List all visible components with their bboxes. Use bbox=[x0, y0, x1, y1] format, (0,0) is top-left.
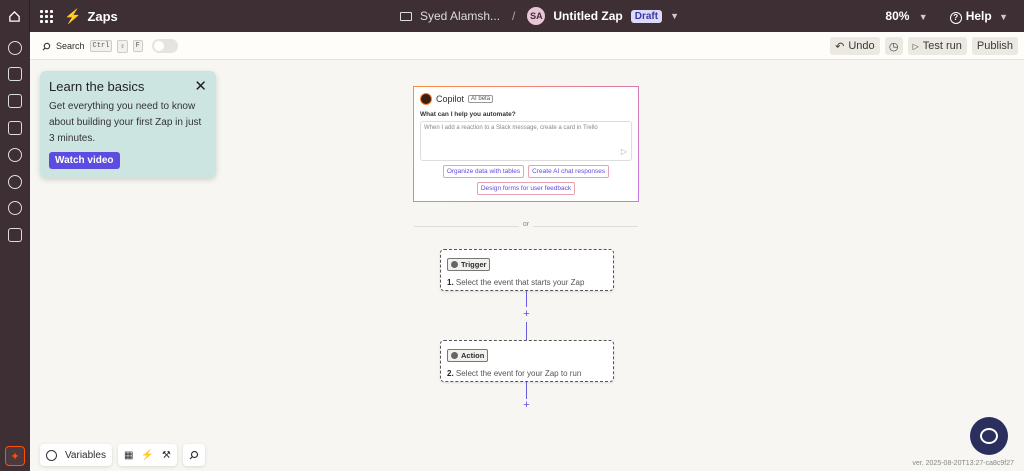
copilot-placeholder: When I add a reaction to a Slack message… bbox=[424, 125, 598, 131]
bolt-icon[interactable]: ⚡ bbox=[141, 450, 153, 461]
search-toggle[interactable] bbox=[151, 39, 178, 53]
settings-icon[interactable] bbox=[8, 201, 22, 215]
undo-icon: ↶ bbox=[835, 40, 845, 53]
folder-name[interactable]: Syed Alamsh... bbox=[420, 9, 500, 23]
zoom-level: 80% bbox=[885, 9, 910, 23]
folder-icon bbox=[400, 11, 412, 21]
ai-beta-badge: AI beta bbox=[468, 95, 494, 103]
test-run-button[interactable]: ▷ Test run bbox=[907, 37, 967, 55]
suggestion-chip[interactable]: Organize data with tables bbox=[442, 165, 525, 178]
play-icon: ▷ bbox=[912, 41, 919, 51]
step-number: 1. bbox=[447, 278, 454, 287]
ai-spark-icon[interactable]: ✦ bbox=[5, 446, 25, 466]
copilot-title: Copilot bbox=[436, 94, 465, 104]
trigger-icon bbox=[451, 261, 458, 268]
learn-card-body: Get everything you need to know about bu… bbox=[49, 101, 202, 144]
variables-label: Variables bbox=[65, 449, 106, 461]
layers-icon[interactable] bbox=[8, 228, 22, 242]
bottom-toolbar: Variables ▦ ⚡ ⚒ bbox=[40, 444, 205, 466]
action-step[interactable]: Action 2. Select the event for your Zap … bbox=[440, 340, 614, 382]
app-title-label: Zaps bbox=[87, 8, 118, 24]
step-description: Select the event for your Zap to run bbox=[455, 369, 582, 378]
trigger-step[interactable]: Trigger 1. Select the event that starts … bbox=[440, 249, 614, 291]
undo-button[interactable]: ↶ Undo bbox=[830, 37, 880, 55]
copilot-logo-icon bbox=[420, 93, 432, 105]
copilot-panel: Copilot AI beta What can I help you auto… bbox=[413, 86, 639, 202]
home-icon[interactable] bbox=[0, 0, 30, 32]
editor-toolbar: Search Ctrl ⇧ F ↶ Undo ◷ ▷ Test run Publ… bbox=[30, 32, 1024, 60]
layout-icon[interactable]: ▦ bbox=[124, 450, 133, 461]
apps-grid-icon[interactable] bbox=[38, 8, 54, 24]
history-button[interactable]: ◷ bbox=[884, 37, 903, 55]
shortcut-key: Ctrl bbox=[89, 40, 113, 52]
shortcut-key: ⇧ bbox=[117, 39, 128, 53]
connector-line bbox=[526, 382, 527, 399]
chat-launcher-button[interactable] bbox=[970, 417, 1008, 455]
learn-basics-card: Learn the basics ✕ Get everything you ne… bbox=[40, 71, 216, 178]
zap-breadcrumb: Syed Alamsh... / SA Untitled Zap Draft ▼ bbox=[400, 0, 679, 32]
suggestion-chip[interactable]: Design forms for user feedback bbox=[476, 182, 576, 195]
wrench-icon[interactable]: ⚒ bbox=[162, 450, 171, 461]
watch-video-button[interactable]: Watch video bbox=[49, 152, 120, 169]
add-step-button[interactable]: + bbox=[521, 308, 532, 320]
globe-icon bbox=[46, 449, 57, 461]
connector-line bbox=[526, 322, 527, 340]
copilot-question: What can I help you automate? bbox=[420, 111, 516, 118]
help-button[interactable]: ? Help ▼ bbox=[949, 8, 1008, 24]
zoom-dropdown[interactable]: 80% ▼ bbox=[885, 9, 927, 23]
publish-label: Publish bbox=[976, 40, 1013, 52]
send-icon[interactable]: ▷ bbox=[621, 147, 627, 156]
calendar-icon[interactable] bbox=[8, 121, 22, 135]
trigger-chip: Trigger bbox=[447, 258, 491, 271]
chevron-down-icon[interactable]: ▼ bbox=[670, 11, 679, 21]
search-label: Search bbox=[56, 41, 85, 51]
suggestion-chip[interactable]: Create AI chat responses bbox=[528, 165, 610, 178]
connector-line bbox=[526, 291, 527, 307]
add-step-button[interactable]: + bbox=[521, 399, 532, 411]
action-chip-label: Action bbox=[461, 351, 485, 360]
help-icon: ? bbox=[949, 11, 962, 24]
chevron-down-icon: ▼ bbox=[918, 12, 928, 22]
chat-icon[interactable] bbox=[8, 94, 22, 108]
app-title[interactable]: ⚡ Zaps bbox=[64, 8, 118, 25]
learn-card-title: Learn the basics bbox=[49, 79, 145, 94]
step-number: 2. bbox=[447, 369, 454, 378]
trigger-description: 1. Select the event that starts your Zap bbox=[447, 278, 607, 287]
zap-file-icon[interactable] bbox=[8, 67, 22, 81]
left-sidebar: ✦ bbox=[0, 32, 30, 471]
trigger-chip-label: Trigger bbox=[461, 260, 487, 269]
breadcrumb-separator: / bbox=[512, 9, 516, 23]
apps-icon[interactable] bbox=[8, 41, 22, 55]
publish-button[interactable]: Publish bbox=[971, 37, 1018, 55]
divider-or-text: or bbox=[519, 221, 533, 228]
canvas-tools: ▦ ⚡ ⚒ bbox=[117, 444, 177, 466]
activity-icon[interactable] bbox=[8, 175, 22, 189]
close-icon[interactable]: ✕ bbox=[194, 77, 207, 95]
zap-name[interactable]: Untitled Zap bbox=[553, 9, 622, 23]
help-label: Help bbox=[965, 8, 992, 23]
action-chip: Action bbox=[447, 349, 489, 362]
chevron-down-icon: ▼ bbox=[999, 11, 1008, 22]
action-icon bbox=[451, 352, 458, 359]
history-icon: ◷ bbox=[888, 40, 899, 53]
search-icon bbox=[189, 450, 198, 460]
version-label: ver. 2025-08-20T13:27-ca8c9f27 bbox=[912, 460, 1014, 467]
canvas-search-button[interactable] bbox=[182, 444, 205, 466]
action-description: 2. Select the event for your Zap to run bbox=[447, 369, 607, 378]
chat-bubble-icon bbox=[980, 428, 998, 444]
top-bar: ⚡ Zaps Syed Alamsh... / SA Untitled Zap … bbox=[0, 0, 1024, 32]
variables-button[interactable]: Variables bbox=[40, 444, 112, 466]
history-icon[interactable] bbox=[8, 148, 22, 162]
undo-label: Undo bbox=[848, 40, 875, 52]
test-run-label: Test run bbox=[922, 40, 962, 52]
status-badge: Draft bbox=[630, 9, 663, 23]
search-button[interactable]: Search Ctrl ⇧ F bbox=[42, 39, 178, 53]
zap-bolt-icon: ⚡ bbox=[64, 7, 82, 24]
search-icon bbox=[42, 42, 51, 50]
avatar: SA bbox=[527, 7, 546, 25]
copilot-input[interactable]: When I add a reaction to a Slack message… bbox=[420, 121, 632, 161]
shortcut-key: F bbox=[132, 40, 143, 52]
step-description: Select the event that starts your Zap bbox=[455, 278, 585, 287]
